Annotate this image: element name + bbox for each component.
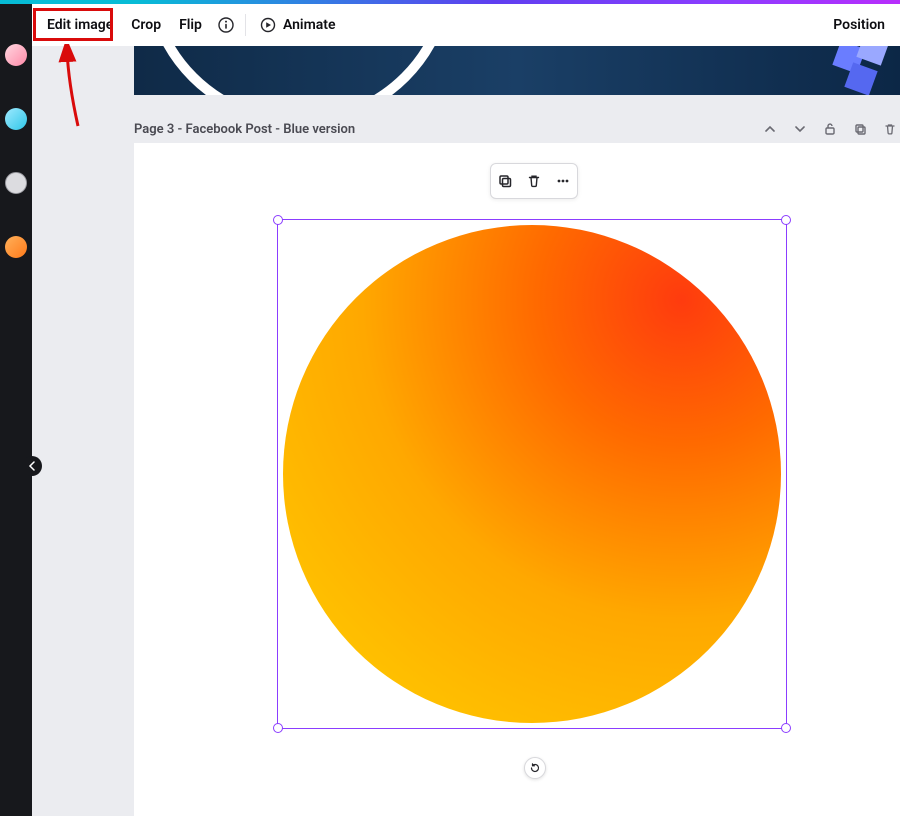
animate-label: Animate — [283, 17, 336, 33]
context-toolbar: Edit image Crop Flip Animate Position — [32, 4, 900, 46]
resize-handle-top-left[interactable] — [273, 215, 283, 225]
page-delete-button[interactable] — [880, 119, 900, 139]
rotate-icon — [529, 762, 541, 774]
side-panel-collapse-toggle[interactable] — [22, 456, 42, 476]
rotate-handle[interactable] — [524, 757, 546, 779]
resize-handle-bottom-right[interactable] — [781, 723, 791, 733]
previous-page-preview[interactable] — [134, 46, 900, 95]
side-panel — [0, 4, 32, 816]
page-header: Page 3 - Facebook Post - Blue version — [134, 114, 900, 144]
page-move-down-button[interactable] — [790, 119, 810, 139]
duplicate-icon — [853, 122, 867, 136]
trash-icon — [526, 173, 542, 189]
toolbar-separator — [245, 14, 246, 36]
side-thumb[interactable] — [5, 44, 27, 66]
side-thumb[interactable] — [5, 108, 27, 130]
resize-handle-top-right[interactable] — [781, 215, 791, 225]
duplicate-element-button[interactable] — [495, 171, 515, 191]
decorative-arc — [144, 46, 454, 95]
element-context-menu — [490, 163, 578, 199]
chevron-left-icon — [28, 461, 36, 471]
chevron-up-icon — [763, 122, 777, 136]
trash-icon — [883, 122, 897, 136]
animate-button[interactable]: Animate — [250, 10, 345, 40]
page-lock-button[interactable] — [820, 119, 840, 139]
info-icon — [217, 16, 235, 34]
resize-handle-bottom-left[interactable] — [273, 723, 283, 733]
side-thumb[interactable] — [5, 172, 27, 194]
page-duplicate-button[interactable] — [850, 119, 870, 139]
more-element-options-button[interactable] — [553, 171, 573, 191]
chevron-down-icon — [793, 122, 807, 136]
selection-box — [277, 219, 787, 729]
flip-button[interactable]: Flip — [170, 10, 211, 40]
edit-image-button[interactable]: Edit image — [38, 10, 122, 40]
position-button[interactable]: Position — [824, 10, 894, 40]
delete-element-button[interactable] — [524, 171, 544, 191]
annotation-arrow — [58, 44, 98, 138]
more-horizontal-icon — [555, 173, 571, 189]
animate-icon — [259, 16, 277, 34]
page-move-up-button[interactable] — [760, 119, 780, 139]
page-title: Page 3 - Facebook Post - Blue version — [134, 122, 355, 137]
info-button[interactable] — [211, 10, 241, 40]
lock-open-icon — [823, 122, 837, 136]
crop-button[interactable]: Crop — [122, 10, 170, 40]
side-thumb[interactable] — [5, 236, 27, 258]
duplicate-icon — [497, 173, 513, 189]
decorative-cubes — [830, 46, 900, 95]
